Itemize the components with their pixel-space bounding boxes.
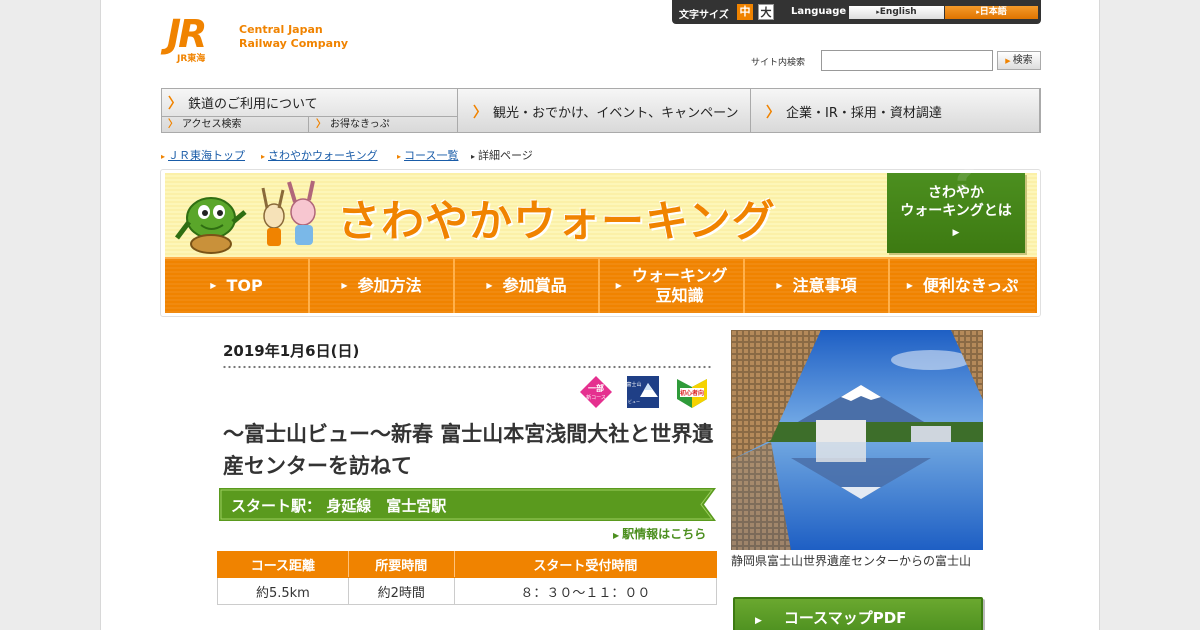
chevron-right-icon: 〉 <box>168 119 178 130</box>
chevron-right-icon: 〉 <box>766 105 780 121</box>
global-nav: 〉鉄道のご利用について 〉アクセス検索 〉お得なきっぷ 〉観光・おでかけ、イベン… <box>161 88 1041 133</box>
about-walking-button[interactable]: ? さわやか ウォーキングとは ▶ <box>887 151 1025 253</box>
chevron-right-icon: 〉 <box>473 105 487 121</box>
font-size-medium-button[interactable]: 中 <box>737 4 753 20</box>
course-title: ～富士山ビュー～新春 富士山本宮浅間大社と世界遺産センターを訪ねて <box>223 422 714 478</box>
triangle-right-icon: ▶ <box>615 281 622 290</box>
breadcrumb-jr-top[interactable]: ＪＲ東海トップ <box>168 149 245 162</box>
header-duration: 所要時間 <box>347 551 455 578</box>
chevron-right-icon: 〉 <box>168 96 182 112</box>
triangle-right-icon: ▶ <box>776 281 783 290</box>
breadcrumb-current: 詳細ページ <box>478 149 533 162</box>
partial-new-course-badge-icon: 一部 新コース <box>580 376 612 408</box>
fuji-view-badge-icon: 富士山 ビュー <box>626 376 659 408</box>
triangle-right-icon: ▶ <box>613 531 620 540</box>
nav-deal-tickets[interactable]: 〉お得なきっぷ <box>310 117 458 132</box>
font-size-label: 文字サイズ <box>679 10 729 21</box>
jr-central-logo[interactable]: JR JR東海 Central Japan Railway Company <box>165 12 355 64</box>
svg-text:ビュー: ビュー <box>628 398 640 404</box>
page: JR JR東海 Central Japan Railway Company 文字… <box>100 0 1100 630</box>
nav-rail-use-link[interactable]: 〉鉄道のご利用について <box>168 93 318 113</box>
jr-logo-sub: JR東海 <box>177 54 206 64</box>
svg-text:初心者向: 初心者向 <box>680 389 704 397</box>
site-search-input[interactable] <box>821 50 993 71</box>
value-duration: 約2時間 <box>347 577 455 605</box>
menu-notes[interactable]: ▶ 注意事項 <box>745 259 890 313</box>
english-link[interactable]: ▸English <box>849 6 944 19</box>
triangle-right-icon: ▶ <box>341 281 348 290</box>
nav-tourism[interactable]: 〉観光・おでかけ、イベント、キャンペーン <box>459 89 751 132</box>
menu-tickets[interactable]: ▶ 便利なきっぷ <box>890 259 1035 313</box>
course-map-pdf-button[interactable]: ▶ コースマップPDF <box>733 597 983 630</box>
mt-fuji-photo <box>731 330 983 550</box>
menu-prizes[interactable]: ▶ 参加賞品 <box>455 259 600 313</box>
course-badges: 一部 新コース 富士山 ビュー 初心者向 <box>579 375 714 411</box>
station-info-link[interactable]: ▶ 駅情報はこちら <box>613 525 706 542</box>
search-button[interactable]: ▶ 検索 <box>997 51 1041 70</box>
svg-text:一部: 一部 <box>588 383 604 393</box>
breadcrumb-walking[interactable]: さわやかウォーキング <box>268 149 378 162</box>
triangle-right-icon: ▶ <box>210 281 217 290</box>
menu-walking-tips[interactable]: ▶ ウォーキング 豆知識 <box>600 259 745 313</box>
utility-bar: 文字サイズ 中 大 Language ▸English ▸日本語 <box>672 0 1041 24</box>
triangle-right-icon: ▶ <box>486 281 493 290</box>
svg-text:新コース: 新コース <box>586 394 606 401</box>
triangle-right-icon: ▶ <box>952 228 960 238</box>
start-station-label: スタート駅： 身延線 富士宮駅 <box>231 497 447 515</box>
site-search-label: サイト内検索 <box>751 58 806 68</box>
nav-access-search[interactable]: 〉アクセス検索 <box>162 117 309 132</box>
mascot-illustration <box>175 180 316 254</box>
nav-rail-use: 〉鉄道のご利用について 〉アクセス検索 〉お得なきっぷ <box>162 89 458 132</box>
photo-caption: 静岡県富士山世界遺産センターからの富士山 <box>731 554 972 568</box>
jr-logo-mark: JR <box>167 12 207 56</box>
header-start-time: スタート受付時間 <box>453 551 718 578</box>
course-info-table: コース距離 所要時間 スタート受付時間 約5.5km 約2時間 ８：３０～１１：… <box>217 551 718 605</box>
walking-banner: さわやかウォーキング ? さわやか ウォーキングとは ▶ ▶ TOP ▶ 参加方法 … <box>165 151 1037 313</box>
nav-corporate[interactable]: 〉企業・IR・採用・資材調達 <box>752 89 1040 132</box>
triangle-right-icon: ▶ <box>906 281 913 290</box>
dotted-divider <box>222 365 712 369</box>
header-distance: コース距離 <box>217 551 349 578</box>
menu-top[interactable]: ▶ TOP <box>165 259 310 313</box>
menu-how-to-join[interactable]: ▶ 参加方法 <box>310 259 455 313</box>
value-distance: 約5.5km <box>217 577 349 605</box>
svg-text:富士山: 富士山 <box>626 381 641 388</box>
triangle-right-icon: ▶ <box>755 616 762 626</box>
language-label: Language <box>791 6 847 17</box>
value-start-time: ８：３０～１１：００ <box>453 577 718 605</box>
banner-title: さわやかウォーキング <box>337 197 776 247</box>
font-size-large-button[interactable]: 大 <box>758 4 774 20</box>
company-name: Central Japan Railway Company <box>239 23 349 50</box>
chevron-right-icon: 〉 <box>316 119 326 130</box>
breadcrumb-course-list[interactable]: コース一覧 <box>404 149 458 162</box>
beginner-badge-icon: 初心者向 <box>677 379 707 408</box>
event-date: 2019年1月6日(日) <box>223 342 360 360</box>
walking-menu: ▶ TOP ▶ 参加方法 ▶ 参加賞品 ▶ ウォーキング 豆知識 ▶ 注意事項 ▶ 便利なきっ… <box>165 257 1037 313</box>
japanese-link[interactable]: ▸日本語 <box>945 6 1038 19</box>
start-station-bar: スタート駅： 身延線 富士宮駅 <box>219 488 716 521</box>
